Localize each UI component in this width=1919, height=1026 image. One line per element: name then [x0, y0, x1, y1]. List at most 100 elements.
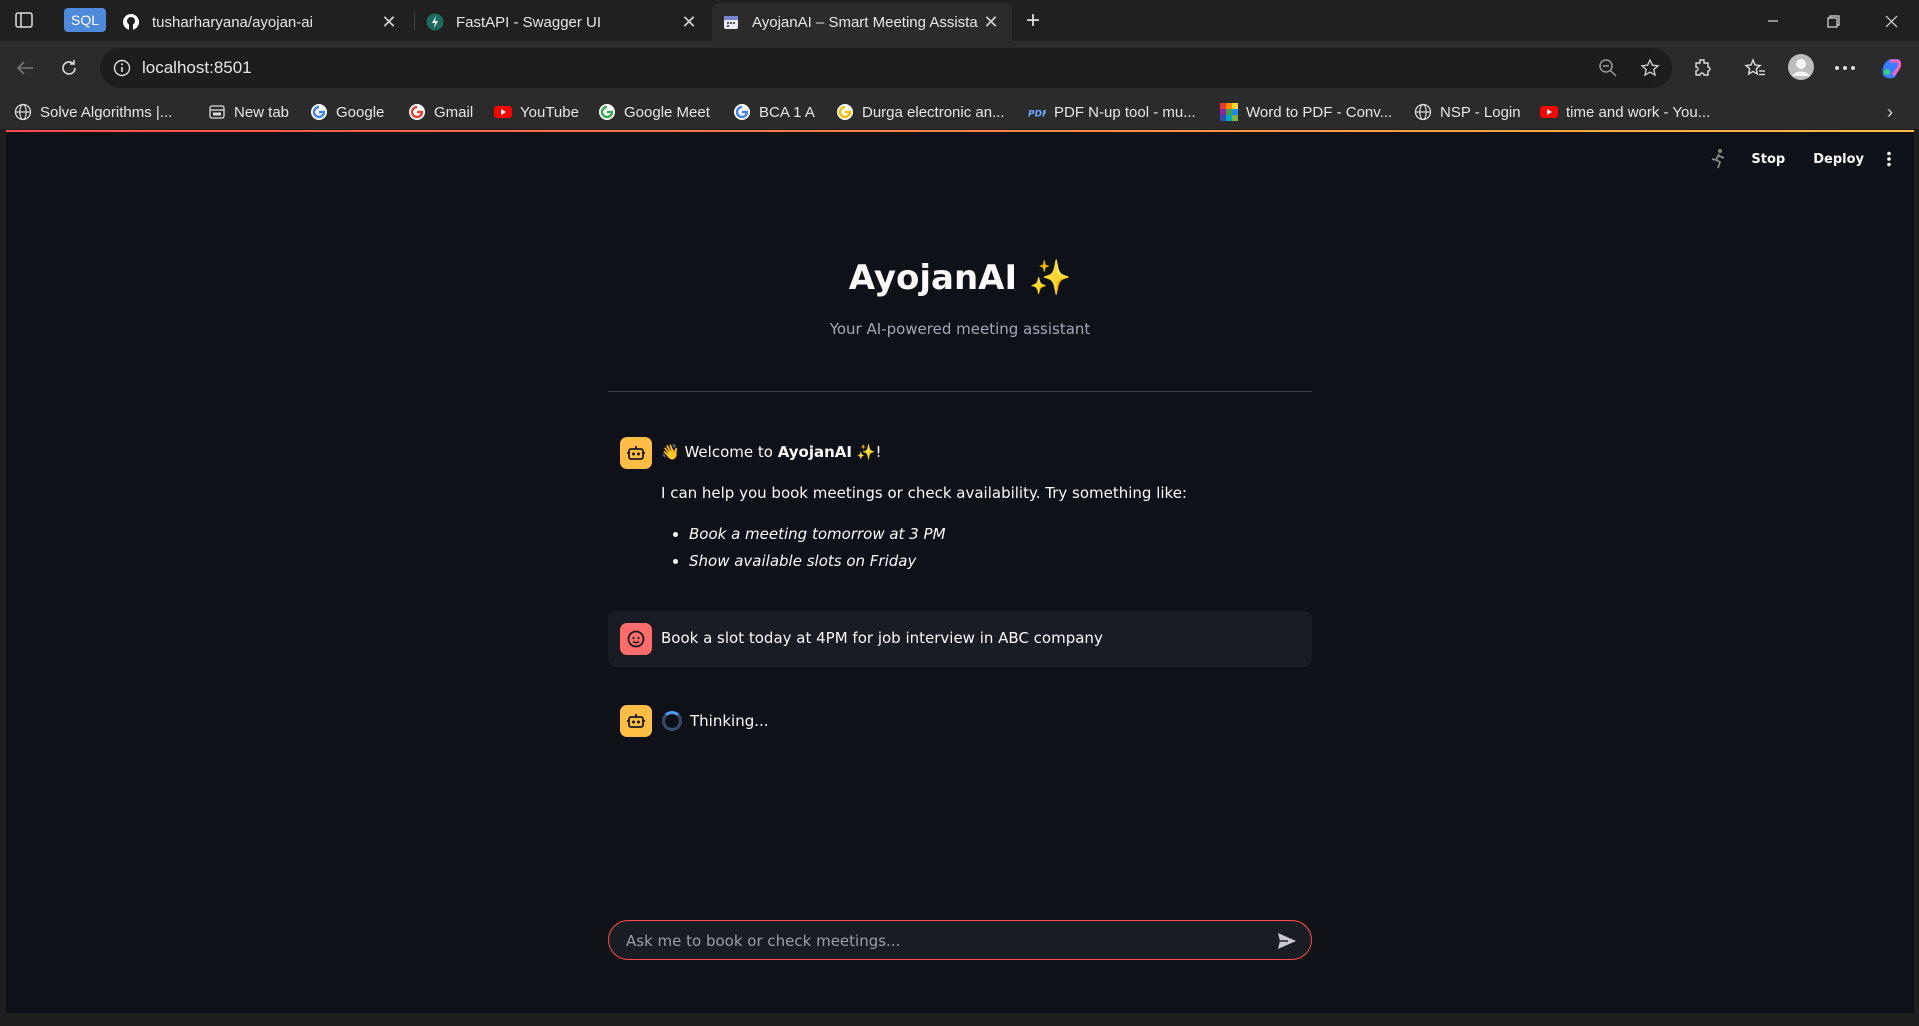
bookmark-item[interactable]: Google [310, 100, 384, 124]
favorites-icon[interactable] [1742, 55, 1768, 81]
reload-icon[interactable] [54, 53, 84, 83]
newtab-icon [208, 103, 226, 121]
bookmark-item[interactable]: time and work - You... [1540, 100, 1710, 124]
stop-button[interactable]: Stop [1751, 152, 1785, 167]
bookmark-label: New tab [234, 103, 290, 121]
youtube-icon [494, 103, 512, 121]
chevron-right-icon[interactable]: › [1879, 101, 1901, 123]
loading-spinner-icon [662, 711, 682, 731]
bookmark-item[interactable]: BCA 1 A [733, 100, 815, 124]
url-text: localhost:8501 [142, 58, 252, 77]
site-info-icon[interactable] [112, 58, 132, 78]
tab-strip: SQL tusharharyana/ayojan-ai ✕ FastAPI - … [0, 0, 1919, 41]
globe-icon [14, 103, 32, 121]
tab-title: tusharharyana/ayojan-ai [152, 13, 313, 31]
new-tab-plus-icon[interactable]: + [1020, 7, 1046, 34]
bookmark-label: YouTube [520, 103, 579, 121]
bookmark-item[interactable]: Solve Algorithms |... [14, 100, 172, 124]
calendar-icon [722, 13, 740, 31]
thinking-text: Thinking... [690, 712, 769, 730]
restore-icon[interactable] [1810, 6, 1856, 36]
google-icon [408, 103, 426, 121]
running-man-icon [1709, 148, 1729, 170]
sparkle-emoji: ✨ [856, 443, 876, 461]
tab-title: AyojanAI – Smart Meeting Assista [752, 13, 978, 31]
chat-input-container [608, 920, 1312, 960]
example-item: Book a meeting tomorrow at 3 PM [689, 525, 946, 543]
wave-emoji: 👋 [661, 443, 680, 461]
bookmark-label: PDF N-up tool - mu... [1054, 103, 1196, 121]
github-icon [122, 13, 140, 31]
bookmark-label: Durga electronic an... [862, 103, 1005, 121]
favorite-star-icon[interactable] [1640, 58, 1660, 78]
bookmark-label: Google Meet [624, 103, 710, 121]
user-avatar-icon [620, 623, 652, 655]
extensions-icon[interactable] [1690, 55, 1716, 81]
bookmark-item[interactable]: New tab [208, 100, 289, 124]
chat-input[interactable] [624, 929, 1248, 953]
profile-avatar-icon[interactable] [1786, 52, 1816, 82]
browser-toolbar: localhost:8501 [0, 41, 1919, 95]
tab-ayojanai[interactable]: AyojanAI – Smart Meeting Assista ✕ [712, 3, 1012, 41]
bookmark-item[interactable]: Durga electronic an... [836, 100, 1005, 124]
bookmark-label: BCA 1 A [759, 103, 815, 121]
bookmark-label: time and work - You... [1566, 103, 1711, 121]
example-item: Show available slots on Friday [689, 552, 946, 570]
app-viewport: Stop Deploy AyojanAI ✨ Your AI-powered m… [6, 130, 1914, 1015]
youtube-icon [1540, 103, 1558, 121]
pdf-icon: PDF [1028, 103, 1046, 121]
tab-fastapi[interactable]: FastAPI - Swagger UI ✕ [416, 3, 710, 41]
bookmark-item[interactable]: NSP - Login [1414, 100, 1521, 124]
deploy-button[interactable]: Deploy [1813, 152, 1864, 167]
welcome-suffix: ! [875, 443, 882, 461]
bookmark-item[interactable]: PDF PDF N-up tool - mu... [1028, 100, 1196, 124]
fastapi-icon [426, 13, 444, 31]
divider [608, 391, 1312, 392]
taskbar-edge [0, 1013, 1919, 1026]
page-subtitle: Your AI-powered meeting assistant [829, 320, 1091, 338]
google-icon [598, 103, 616, 121]
bookmark-label: Gmail [434, 103, 474, 121]
bookmark-label: Google [336, 103, 385, 121]
tab-separator [414, 12, 415, 30]
send-icon[interactable] [1275, 929, 1299, 953]
page-title: AyojanAI ✨ [848, 258, 1072, 298]
bot-avatar-icon [620, 705, 652, 737]
welcome-prefix: Welcome to [684, 443, 773, 461]
bookmark-item[interactable]: Google Meet [598, 100, 710, 124]
close-icon[interactable]: ✕ [378, 11, 400, 33]
welcome-brand: AyojanAI [777, 443, 852, 461]
copilot-icon[interactable] [1878, 55, 1904, 81]
sql-tab-badge[interactable]: SQL [64, 8, 106, 32]
sidebar-toggle-icon[interactable] [14, 10, 34, 30]
bookmark-label: Word to PDF - Conv... [1246, 103, 1393, 121]
zoom-out-icon[interactable] [1598, 58, 1618, 78]
google-icon [733, 103, 751, 121]
window-close-icon[interactable] [1868, 6, 1914, 36]
bookmark-label: NSP - Login [1440, 103, 1521, 121]
bookmark-item[interactable]: Word to PDF - Conv... [1220, 100, 1392, 124]
close-icon[interactable]: ✕ [980, 11, 1002, 33]
bot-avatar-icon [620, 437, 652, 469]
main-menu-icon[interactable] [1886, 151, 1892, 167]
colorgrid-icon [1220, 103, 1238, 121]
streamlit-header: Stop Deploy [1709, 148, 1892, 170]
google-icon [836, 103, 854, 121]
tab-github[interactable]: tusharharyana/ayojan-ai ✕ [112, 3, 410, 41]
bookmark-label: Solve Algorithms |... [40, 103, 173, 121]
globe-icon [1414, 103, 1432, 121]
welcome-heading: 👋 Welcome to AyojanAI ✨! [661, 443, 881, 461]
back-arrow-icon[interactable] [10, 53, 40, 83]
address-bar[interactable]: localhost:8501 [100, 48, 1672, 88]
google-icon [310, 103, 328, 121]
bookmark-item[interactable]: Gmail [408, 100, 473, 124]
svg-text:PDF: PDF [1028, 110, 1046, 120]
bookmarks-bar: Solve Algorithms |... New tab Google Gma… [0, 95, 1919, 129]
minimize-icon[interactable] [1750, 6, 1796, 36]
welcome-intro: I can help you book meetings or check av… [661, 484, 1187, 502]
close-icon[interactable]: ✕ [678, 11, 700, 33]
more-options-icon[interactable] [1832, 55, 1858, 81]
bookmark-item[interactable]: YouTube [494, 100, 579, 124]
user-message-text: Book a slot today at 4PM for job intervi… [661, 629, 1103, 647]
example-list: Book a meeting tomorrow at 3 PM Show ava… [666, 525, 946, 579]
